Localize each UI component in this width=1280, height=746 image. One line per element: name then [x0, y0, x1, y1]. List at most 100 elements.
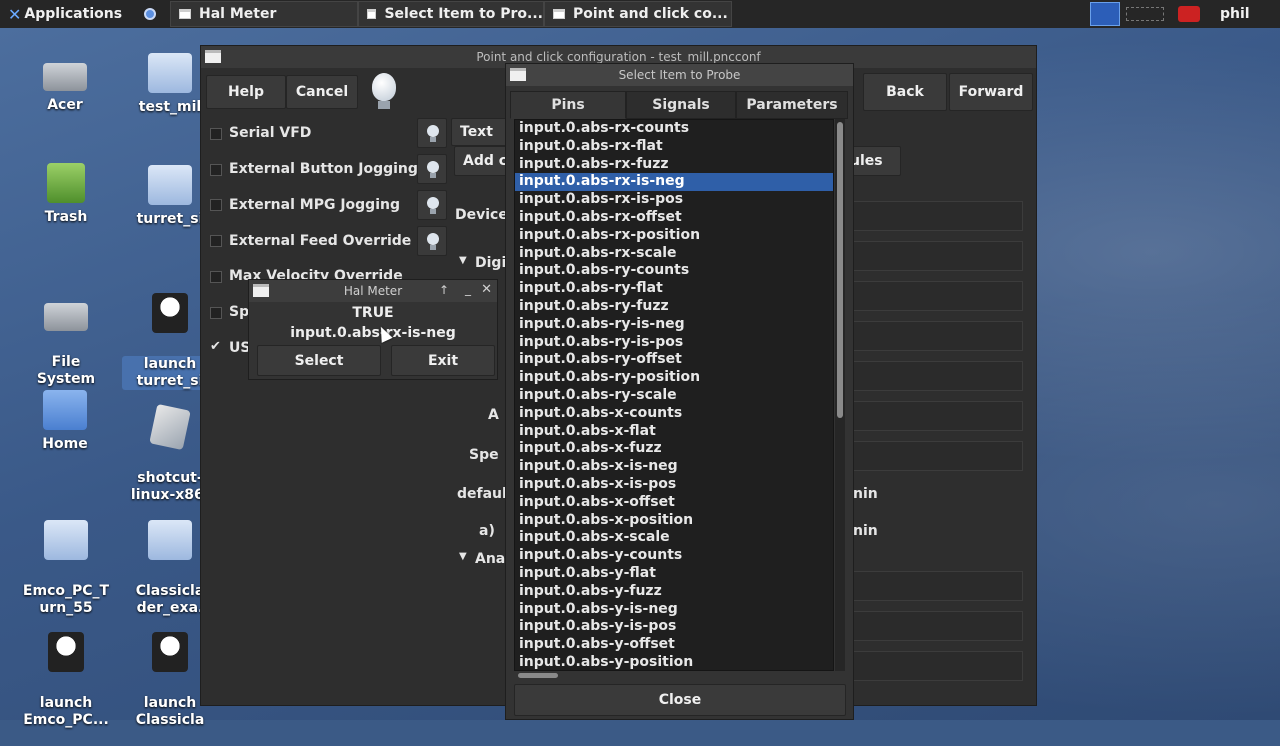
config-field[interactable] — [853, 651, 1023, 681]
pins-list-horizontal-scrollbar[interactable] — [518, 673, 558, 678]
list-item[interactable]: input.0.abs-rx-position — [515, 227, 833, 245]
close-icon[interactable]: ✕ — [481, 282, 492, 297]
list-item[interactable]: input.0.abs-ry-counts — [515, 262, 833, 280]
desktop-icon-launch-emco[interactable]: launch Emco_PC... — [18, 615, 114, 746]
drive-icon — [43, 63, 87, 91]
list-item[interactable]: input.0.abs-x-fuzz — [515, 440, 833, 458]
list-item[interactable]: input.0.abs-y-fuzz — [515, 583, 833, 601]
list-item[interactable]: input.0.abs-y-position — [515, 654, 833, 670]
list-item[interactable]: input.0.abs-x-position — [515, 512, 833, 530]
serial-vfd-checkbox[interactable] — [210, 128, 222, 140]
taskbar-item-hal-meter[interactable]: Hal Meter — [170, 1, 358, 27]
expander-arrow-icon[interactable]: ▼ — [459, 255, 467, 266]
list-item[interactable]: input.0.abs-rx-offset — [515, 209, 833, 227]
config-field[interactable] — [853, 321, 1023, 351]
list-item[interactable]: input.0.abs-y-is-pos — [515, 618, 833, 636]
list-item[interactable]: input.0.abs-x-flat — [515, 423, 833, 441]
desktop-icon-home[interactable]: Home — [17, 390, 113, 453]
back-button[interactable]: Back — [863, 73, 947, 111]
feed-override-help-icon[interactable] — [417, 226, 447, 256]
forward-button[interactable]: Forward — [949, 73, 1033, 111]
applications-menu[interactable]: ✕ Applications — [0, 0, 130, 28]
button-jogging-help-icon[interactable] — [417, 154, 447, 184]
mpg-jogging-help-icon[interactable] — [417, 190, 447, 220]
list-item[interactable]: input.0.abs-ry-scale — [515, 387, 833, 405]
config-field[interactable] — [853, 571, 1023, 601]
window-icon — [510, 68, 526, 81]
config-field[interactable] — [853, 241, 1023, 271]
spindle-option-checkbox[interactable] — [210, 307, 222, 319]
expander-arrow-icon[interactable]: ▼ — [459, 551, 467, 562]
config-field[interactable] — [853, 361, 1023, 391]
taskbar-item-point-and-click[interactable]: Point and click co... — [544, 1, 732, 27]
list-item[interactable]: input.0.abs-y-is-neg — [515, 601, 833, 619]
config-field[interactable] — [853, 441, 1023, 471]
velocity-override-checkbox[interactable] — [210, 271, 222, 283]
desktop-icon-label: File System — [36, 354, 96, 387]
feed-override-checkbox[interactable] — [210, 235, 222, 247]
list-item[interactable]: input.0.abs-x-counts — [515, 405, 833, 423]
list-item[interactable]: input.0.abs-x-scale — [515, 529, 833, 547]
desktop-icon-acer[interactable]: Acer — [17, 55, 113, 114]
list-item[interactable]: input.0.abs-y-flat — [515, 565, 833, 583]
list-item[interactable]: input.0.abs-ry-position — [515, 369, 833, 387]
config-field[interactable] — [853, 281, 1023, 311]
config-field[interactable] — [853, 611, 1023, 641]
lightbulb-icon — [372, 73, 396, 101]
scrollbar-thumb[interactable] — [837, 122, 843, 418]
list-item[interactable]: input.0.abs-ry-fuzz — [515, 298, 833, 316]
list-item[interactable]: input.0.abs-ry-offset — [515, 351, 833, 369]
workspace-1-button[interactable] — [1090, 2, 1120, 26]
taskbar-item-select-item[interactable]: Select Item to Pro... — [358, 1, 544, 27]
cancel-button[interactable]: Cancel — [286, 75, 358, 109]
close-button[interactable]: Close — [514, 684, 846, 716]
system-tray: phil — [1090, 0, 1250, 28]
list-item[interactable]: input.0.abs-rx-fuzz — [515, 156, 833, 174]
minimize-icon[interactable]: _ — [465, 282, 471, 296]
list-item[interactable]: input.0.abs-x-offset — [515, 494, 833, 512]
tab-signals[interactable]: Signals — [626, 91, 736, 119]
pins-list[interactable]: input.0.abs-rx-counts input.0.abs-rx-flat… — [514, 119, 834, 671]
list-item[interactable]: input.0.abs-rx-counts — [515, 120, 833, 138]
tab-parameters[interactable]: Parameters — [736, 91, 848, 119]
list-item[interactable]: input.0.abs-ry-flat — [515, 280, 833, 298]
list-item[interactable]: input.0.abs-ry-is-neg — [515, 316, 833, 334]
user-menu[interactable]: phil — [1220, 6, 1250, 22]
list-item[interactable]: input.0.abs-x-is-neg — [515, 458, 833, 476]
unit-min-label: nin — [853, 523, 878, 539]
help-button[interactable]: Help — [206, 75, 286, 109]
exit-button[interactable]: Exit — [391, 345, 495, 376]
button-jogging-checkbox[interactable] — [210, 164, 222, 176]
hal-meter-titlebar[interactable]: Hal Meter ↑ _ ✕ — [249, 280, 497, 302]
mpg-jogging-checkbox[interactable] — [210, 199, 222, 211]
screen-recorder-icon[interactable] — [1178, 6, 1200, 22]
pins-list-vertical-scrollbar[interactable] — [835, 119, 845, 671]
usb-option-check-icon[interactable]: ✔ — [210, 339, 221, 354]
list-item[interactable]: input.0.abs-rx-flat — [515, 138, 833, 156]
digital-section-label: Digi — [475, 255, 507, 271]
workspace-2-button[interactable] — [1126, 7, 1164, 21]
fragment-a2-label: a) — [479, 523, 495, 539]
tab-pins[interactable]: Pins — [510, 91, 626, 119]
list-item[interactable]: input.0.abs-y-offset — [515, 636, 833, 654]
probe-titlebar[interactable]: Select Item to Probe — [506, 64, 853, 86]
maximize-icon[interactable]: ↑ — [439, 283, 449, 297]
home-folder-icon — [43, 390, 87, 430]
select-button[interactable]: Select — [257, 345, 381, 376]
list-item[interactable]: input.0.abs-rx-is-pos — [515, 191, 833, 209]
window-icon — [553, 9, 565, 19]
list-item[interactable]: input.0.abs-y-counts — [515, 547, 833, 565]
serial-vfd-help-icon[interactable] — [417, 118, 447, 148]
list-item[interactable]: input.0.abs-x-is-pos — [515, 476, 833, 494]
desktop-icon-file-system[interactable]: File System — [18, 278, 114, 405]
default-label: defaul — [457, 486, 507, 502]
config-field[interactable] — [853, 201, 1023, 231]
folder-icon — [148, 520, 192, 560]
browser-launcher-icon[interactable] — [144, 8, 157, 20]
text-tab[interactable]: Text — [451, 118, 511, 146]
list-item[interactable]: input.0.abs-rx-is-neg — [515, 173, 833, 192]
list-item[interactable]: input.0.abs-ry-is-pos — [515, 334, 833, 352]
config-field[interactable] — [853, 401, 1023, 431]
desktop-icon-trash[interactable]: Trash — [18, 163, 114, 226]
list-item[interactable]: input.0.abs-rx-scale — [515, 245, 833, 263]
